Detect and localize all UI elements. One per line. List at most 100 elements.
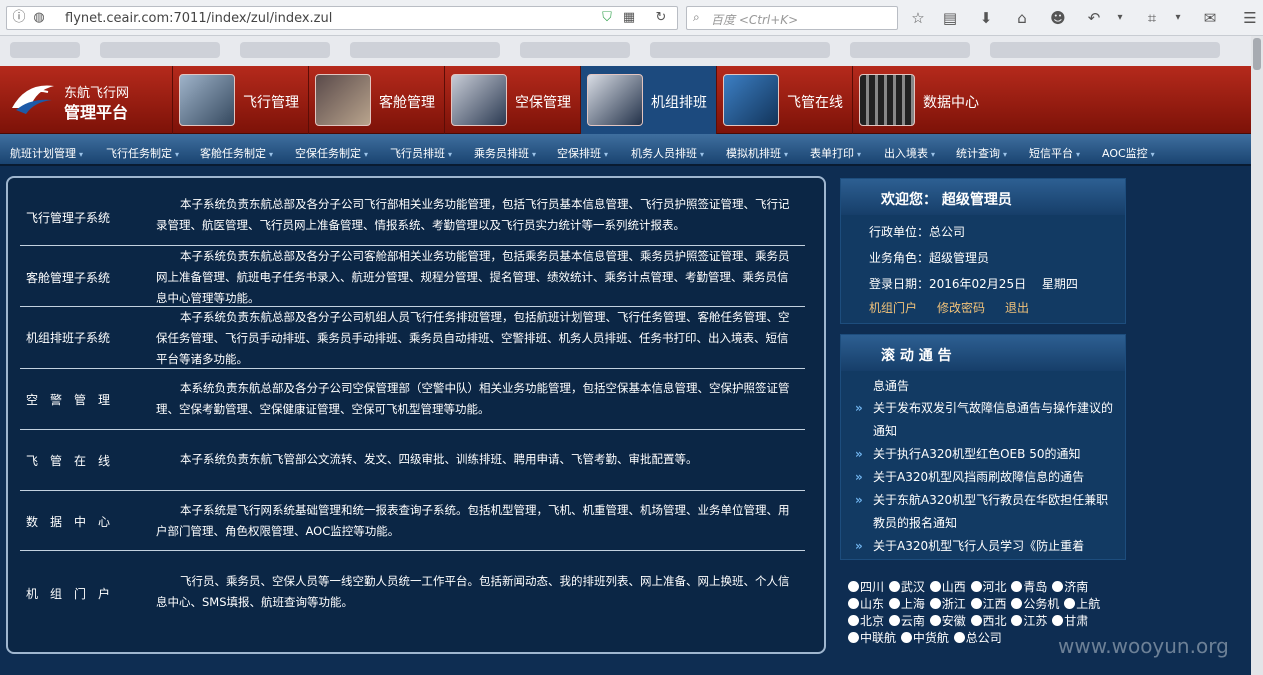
login-date: 登录日期：2016年02月25日 星期四 — [869, 277, 1078, 291]
subsystem-description: 本子系统负责东航总部及各分子公司飞行部相关业务功能管理，包括飞行员基本信息管理、… — [156, 197, 790, 232]
menu-icon[interactable]: ☰ — [1240, 9, 1260, 27]
notice-item[interactable]: 关于执行A320机型红色OEB 50的通知 — [873, 443, 1113, 466]
subsystem-description: 本子系统负责东航总部及各分子公司机组人员飞行任务排班管理，包括航班计划管理、飞行… — [156, 310, 790, 366]
region-radio[interactable]: 甘肃 — [1052, 614, 1088, 628]
region-radio[interactable]: 武汉 — [888, 580, 925, 594]
region-radio[interactable]: 中货航 — [900, 631, 949, 645]
module-cabin-management[interactable]: 客舱管理 — [308, 66, 444, 134]
subsystem-row[interactable]: 飞 管 在 线 本子系统负责东航飞管部公文流转、发文、四级审批、训练排班、聘用申… — [20, 430, 805, 491]
region-radio[interactable]: 江西 — [970, 597, 1007, 611]
subsystem-row[interactable]: 机 组 门 户 飞行员、乘务员、空保人员等一线空勤人员统一工作平台。包括新闻动态… — [20, 551, 805, 641]
subsystem-name[interactable]: 空 警 管 理 — [26, 391, 110, 408]
radio-circle-icon — [848, 598, 859, 609]
change-password-link[interactable]: 修改密码 — [937, 299, 985, 316]
subsystem-row[interactable]: 客舱管理子系统 本子系统负责东航总部及各分子公司客舱部相关业务功能管理，包括乘务… — [20, 246, 805, 307]
module-air-security[interactable]: 空保管理 — [444, 66, 580, 134]
region-radio[interactable]: 青岛 — [1011, 580, 1047, 594]
chevron-down-icon[interactable]: ▾ — [1168, 9, 1188, 27]
submenu-item[interactable]: 客舱任务制定 ▾ — [200, 145, 273, 161]
radio-circle-icon — [900, 632, 912, 643]
region-radio[interactable]: 云南 — [888, 614, 925, 628]
region-radio[interactable]: 总公司 — [953, 631, 1002, 645]
shield-icon[interactable]: ⛉ — [599, 10, 615, 26]
url-text[interactable]: flynet.ceair.com:7011/index/zul/index.zu… — [65, 11, 332, 26]
radio-circle-icon — [929, 598, 941, 609]
qr-code-icon[interactable]: ▦ — [621, 10, 637, 26]
crew-portal-link[interactable]: 机组门户 — [869, 299, 917, 316]
notice-panel: 滚 动 通 告 息通告 » 关于发布双发引气故障信息通告与操作建议的通知 » 关… — [840, 334, 1126, 560]
subsystem-name[interactable]: 飞行管理子系统 — [26, 209, 110, 226]
radio-circle-icon — [888, 581, 900, 592]
module-flight-management[interactable]: 飞行管理 — [172, 66, 308, 134]
subsystem-row[interactable]: 飞行管理子系统 本子系统负责东航总部及各分子公司飞行部相关业务功能管理，包括飞行… — [20, 186, 805, 246]
subsystem-row[interactable]: 空 警 管 理 本系统负责东航总部及各分子公司空保管理部（空警中队）相关业务功能… — [20, 369, 805, 430]
region-radio[interactable]: 北京 — [848, 614, 884, 628]
module-flight-admin-online[interactable]: 飞管在线 — [716, 66, 852, 134]
region-radio[interactable]: 安徽 — [929, 614, 966, 628]
search-input[interactable]: ⌕ 百度 <Ctrl+K> — [686, 6, 898, 30]
region-radio[interactable]: 济南 — [1052, 580, 1088, 594]
radio-circle-icon — [970, 581, 982, 592]
subsystem-name[interactable]: 客舱管理子系统 — [26, 269, 110, 286]
welcome-header: 欢迎您： 超级管理员 — [841, 179, 1125, 215]
radio-circle-icon — [929, 615, 941, 626]
radio-circle-icon — [1011, 598, 1023, 609]
crop-icon[interactable]: ⌗ — [1142, 9, 1162, 27]
module-crew-scheduling[interactable]: 机组排班 — [580, 66, 716, 134]
address-bar[interactable]: ⓘ ◍ flynet.ceair.com:7011/index/zul/inde… — [6, 6, 678, 30]
notice-item[interactable]: 关于A320机型飞行人员学习《防止重着 — [873, 535, 1113, 558]
submenu-item[interactable]: 乘务员排班 ▾ — [474, 145, 536, 161]
submenu-item[interactable]: 表单打印 ▾ — [810, 145, 861, 161]
scrollbar-track[interactable] — [1251, 36, 1263, 675]
chevron-down-icon[interactable]: ▾ — [1110, 9, 1130, 27]
info-icon[interactable]: ⓘ — [11, 10, 27, 26]
submenu-item[interactable]: 机务人员排班 ▾ — [631, 145, 704, 161]
region-radio[interactable]: 四川 — [848, 580, 884, 594]
reading-list-icon[interactable]: ▤ — [940, 9, 960, 27]
notice-item[interactable]: 关于发布双发引气故障信息通告与操作建议的通知 — [873, 397, 1113, 443]
submenu-item[interactable]: 空保任务制定 ▾ — [295, 145, 368, 161]
region-radio[interactable]: 浙江 — [929, 597, 966, 611]
logout-link[interactable]: 退出 — [1005, 299, 1029, 316]
region-radio[interactable]: 公务机 — [1011, 597, 1059, 611]
subsystem-name[interactable]: 飞 管 在 线 — [26, 452, 110, 469]
notice-item[interactable]: 关于东航A320机型飞行教员在华欧担任兼职教员的报名通知 — [873, 489, 1113, 535]
home-icon[interactable]: ⌂ — [1012, 9, 1032, 27]
radio-circle-icon — [929, 581, 941, 592]
region-radio[interactable]: 河北 — [970, 580, 1007, 594]
region-radio[interactable]: 山西 — [929, 580, 966, 594]
submenu-item[interactable]: 飞行员排班 ▾ — [390, 145, 452, 161]
emoji-icon[interactable]: ☻ — [1048, 9, 1068, 27]
submenu-item[interactable]: 出入境表 ▾ — [884, 145, 935, 161]
bookmark-star-icon[interactable]: ☆ — [908, 9, 928, 27]
submenu-item[interactable]: 短信平台 ▾ — [1029, 145, 1080, 161]
subsystem-name[interactable]: 机组排班子系统 — [26, 329, 110, 346]
double-chevron-icon: » — [855, 447, 863, 461]
radio-circle-icon — [1011, 581, 1023, 592]
chat-icon[interactable]: ✉ — [1200, 9, 1220, 27]
undo-icon[interactable]: ↶ — [1084, 9, 1104, 27]
download-icon[interactable]: ⬇ — [976, 9, 996, 27]
region-radio[interactable]: 山东 — [848, 597, 884, 611]
submenu-item[interactable]: 空保排班 ▾ — [557, 145, 608, 161]
region-radio[interactable]: 中联航 — [848, 631, 896, 645]
region-radio[interactable]: 江苏 — [1011, 614, 1047, 628]
business-role: 业务角色：超级管理员 — [869, 251, 990, 265]
browser-toolbar: ⓘ ◍ flynet.ceair.com:7011/index/zul/inde… — [0, 0, 1263, 36]
submenu-item[interactable]: 航班计划管理 ▾ — [10, 145, 83, 161]
subsystem-row[interactable]: 机组排班子系统 本子系统负责东航总部及各分子公司机组人员飞行任务排班管理，包括航… — [20, 307, 805, 369]
region-radio[interactable]: 上航 — [1064, 597, 1100, 611]
reload-icon[interactable]: ↻ — [653, 10, 669, 26]
region-radio[interactable]: 西北 — [970, 614, 1007, 628]
subsystem-name[interactable]: 数 据 中 心 — [26, 513, 110, 530]
scrollbar-thumb[interactable] — [1253, 38, 1261, 70]
subsystem-row[interactable]: 数 据 中 心 本子系统是飞行网系统基础管理和统一报表查询子系统。包括机型管理，… — [20, 491, 805, 551]
submenu-item[interactable]: 飞行任务制定 ▾ — [106, 145, 179, 161]
submenu-item[interactable]: AOC监控 ▾ — [1102, 145, 1155, 161]
submenu-item[interactable]: 模拟机排班 ▾ — [726, 145, 788, 161]
subsystem-name[interactable]: 机 组 门 户 — [26, 585, 110, 602]
module-data-center[interactable]: 数据中心 — [852, 66, 1002, 134]
region-radio[interactable]: 上海 — [888, 597, 925, 611]
submenu-item[interactable]: 统计查询 ▾ — [956, 145, 1007, 161]
notice-item[interactable]: 关于A320机型风挡雨刷故障信息的通告 — [873, 466, 1113, 489]
